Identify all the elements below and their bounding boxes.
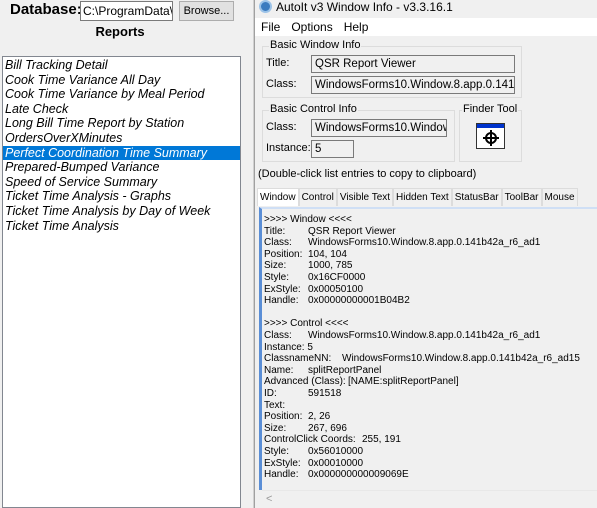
class-field[interactable]: WindowsForms10.Window.8.app.0.141b42a_r — [311, 76, 515, 94]
menu-options[interactable]: Options — [291, 18, 332, 36]
info-list[interactable]: >>>> Window <<<< Title: QSR Report Viewer C… — [259, 207, 597, 490]
autoit-logo-icon — [259, 0, 272, 13]
window-title: AutoIt v3 Window Info - v3.3.16.1 — [259, 0, 453, 16]
report-item[interactable]: Ticket Time Analysis by Day of Week — [3, 204, 240, 219]
title-label: Title: — [266, 57, 290, 69]
tab-window[interactable]: Window — [257, 188, 299, 206]
info-value: WindowsForms10.Window.8.app.0.141b42a_r6… — [342, 353, 580, 365]
basic-window-info-group: Basic Window Info Title: QSR Report View… — [262, 39, 522, 98]
info-value: 0x16CF0000 — [308, 272, 366, 283]
group-label: Basic Window Info — [269, 39, 362, 51]
menu-help[interactable]: Help — [344, 18, 369, 36]
info-key: Style: — [264, 272, 290, 283]
tab-statusbar[interactable]: StatusBar — [451, 188, 502, 206]
info-key: Size: — [264, 422, 287, 434]
finder-tool-group: Finder Tool — [459, 103, 522, 162]
report-item[interactable]: Bill Tracking Detail — [3, 58, 240, 73]
tab-mouse[interactable]: Mouse — [541, 188, 578, 206]
report-item[interactable]: Prepared-Bumped Variance — [3, 160, 240, 175]
finder-crosshair-icon[interactable] — [476, 123, 505, 149]
title-field[interactable]: QSR Report Viewer — [311, 55, 515, 73]
info-key: ControlClick Coords: — [264, 434, 356, 446]
info-key: Text: — [264, 399, 286, 411]
tab-hidden-text[interactable]: Hidden Text — [393, 188, 452, 206]
tab-toolbar[interactable]: ToolBar — [501, 188, 542, 206]
info-value: 0x000000000009069E — [308, 469, 409, 481]
info-key: ID: — [264, 388, 277, 399]
info-key: Class: — [264, 237, 292, 249]
info-value: QSR Report Viewer — [308, 225, 396, 237]
database-path-input[interactable]: C:\ProgramData\QS — [80, 1, 173, 21]
tab-control[interactable]: Control — [298, 188, 337, 206]
report-item[interactable]: OrdersOverXMinutes — [3, 131, 240, 146]
report-item[interactable]: Late Check — [3, 102, 240, 117]
group-label: Finder Tool — [462, 103, 519, 115]
info-value: 2, 26 — [308, 411, 331, 423]
info-key: >>>> Control <<<< — [264, 318, 349, 330]
horizontal-scrollbar[interactable]: < — [262, 490, 597, 508]
info-value: [NAME:splitReportPanel] — [348, 376, 459, 388]
info-key: Name: — [264, 364, 294, 376]
class-label: Class: — [266, 78, 297, 90]
info-key: Advanced (Class): — [264, 376, 346, 388]
report-item[interactable]: Cook Time Variance All Day — [3, 73, 240, 88]
class-label: Class: — [266, 121, 297, 133]
info-value: 0x56010000 — [308, 446, 364, 457]
hint-text: (Double-click list entries to copy to cl… — [258, 168, 477, 180]
info-value: 104, 104 — [308, 248, 347, 260]
info-value: 1000, 785 — [308, 260, 353, 272]
autoit-window-info: AutoIt v3 Window Info - v3.3.16.1 File Op… — [254, 0, 597, 508]
instance-field[interactable]: 5 — [311, 140, 354, 158]
info-value: 0x00000000001B04B2 — [308, 295, 410, 307]
tab-bar: Window Control Visible Text Hidden Text Stat… — [257, 188, 578, 206]
report-item[interactable]: Speed of Service Summary — [3, 175, 240, 190]
info-value: WindowsForms10.Window.8.app.0.141b42a_r6… — [308, 330, 541, 341]
basic-control-info-group: Basic Control Info Class: WindowsForms10… — [262, 103, 455, 162]
group-label: Basic Control Info — [269, 103, 358, 115]
info-value: 255, 191 — [362, 434, 401, 446]
info-key: Position: — [264, 248, 303, 260]
info-value: 591518 — [308, 388, 342, 399]
info-key: Size: — [264, 260, 287, 272]
report-item[interactable]: Perfect Coordination Time Summary — [3, 145, 240, 161]
instance-label: Instance: — [266, 142, 311, 154]
info-value: 0x00010000 — [308, 457, 364, 469]
reports-heading: Reports — [95, 24, 145, 39]
scroll-left-icon[interactable]: < — [266, 493, 272, 505]
report-item[interactable]: Ticket Time Analysis — [3, 219, 240, 234]
info-key: ClassnameNN: — [264, 353, 332, 365]
browse-button[interactable]: Browse... — [179, 1, 234, 21]
menu-file[interactable]: File — [261, 18, 280, 36]
database-label: Database: — [10, 1, 82, 18]
info-key: >>>> Window <<<< — [264, 214, 352, 225]
info-value: 267, 696 — [308, 422, 347, 434]
control-class-field[interactable]: WindowsForms10.Window.8.a — [311, 119, 447, 137]
info-value: WindowsForms10.Window.8.app.0.141b42a_r6… — [308, 237, 541, 249]
info-key: Handle: — [264, 469, 299, 481]
menu-bar: File Options Help — [255, 18, 597, 36]
info-value: splitReportPanel — [308, 364, 382, 376]
info-key: Position: — [264, 411, 303, 423]
info-key: Class: — [264, 330, 292, 341]
info-key: Style: — [264, 446, 290, 457]
info-value: 0x00050100 — [308, 283, 364, 295]
splitter[interactable] — [246, 0, 254, 508]
reports-list[interactable]: Bill Tracking Detail Cook Time Variance A… — [2, 56, 241, 508]
info-key: ExStyle: — [264, 457, 301, 469]
report-item[interactable]: Ticket Time Analysis - Graphs — [3, 189, 240, 204]
window-title-text: AutoIt v3 Window Info - v3.3.16.1 — [276, 0, 453, 14]
report-item[interactable]: Long Bill Time Report by Station — [3, 116, 240, 131]
info-key: ExStyle: — [264, 283, 301, 295]
report-item[interactable]: Cook Time Variance by Meal Period — [3, 87, 240, 102]
info-key: Handle: — [264, 295, 299, 307]
tab-visible-text[interactable]: Visible Text — [336, 188, 394, 206]
info-key: Instance: 5 — [264, 341, 313, 353]
info-key: Title: — [264, 225, 286, 237]
